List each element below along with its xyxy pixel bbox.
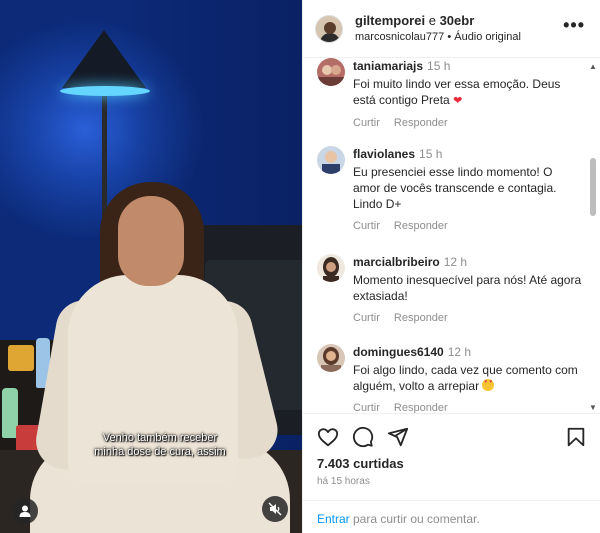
commenter-username[interactable]: domingues6140: [353, 345, 444, 359]
author-username[interactable]: giltemporei: [355, 13, 425, 28]
comment-text: Foi algo lindo, cada vez que comento com…: [353, 363, 578, 393]
scroll-up-arrow-icon[interactable]: ▲: [589, 62, 597, 71]
post-action-bar: [303, 420, 600, 454]
reply-comment-button[interactable]: Responder: [394, 402, 448, 413]
bookmark-icon[interactable]: [565, 426, 587, 448]
reply-comment-button[interactable]: Responder: [394, 220, 448, 232]
tagged-users-button[interactable]: [12, 498, 38, 524]
like-comment-button[interactable]: Curtir: [353, 117, 380, 129]
scrollbar-thumb[interactable]: [590, 158, 596, 216]
commenter-avatar[interactable]: [317, 254, 345, 282]
like-comment-button[interactable]: Curtir: [353, 402, 380, 413]
commenter-username[interactable]: flaviolanes: [353, 147, 415, 161]
comments-list: taniamariajs 15 h Foi muito lindo ver ess…: [303, 58, 600, 414]
like-comment-button[interactable]: Curtir: [353, 312, 380, 324]
login-link[interactable]: Entrar: [317, 512, 350, 526]
video-lamp-shade: [62, 30, 146, 88]
commenter-avatar[interactable]: [317, 58, 345, 86]
comment-icon[interactable]: [352, 426, 374, 448]
post-header: giltemporei e 30ebr marcosnicolau777 • Á…: [303, 0, 600, 58]
likes-count[interactable]: 7.403 curtidas: [317, 456, 404, 471]
comment-time: 12 h: [447, 345, 472, 359]
comment-time: 12 h: [443, 255, 468, 269]
author-avatar[interactable]: [315, 15, 343, 43]
login-prompt: para curtir ou comentar.: [353, 512, 480, 526]
post-timestamp[interactable]: há 15 horas: [317, 476, 370, 487]
commenter-username[interactable]: taniamariajs: [353, 59, 423, 73]
video-caption: Venho também receber minha dose de cura,…: [60, 431, 260, 459]
user-icon: [19, 505, 31, 517]
video-lamp-glow: [60, 86, 150, 96]
authors-joiner: e: [428, 13, 436, 28]
comment-text: Momento inesquecível para nós! Até agora…: [353, 273, 582, 303]
commenter-avatar[interactable]: [317, 344, 345, 372]
comment-time: 15 h: [427, 59, 451, 73]
reply-comment-button[interactable]: Responder: [394, 312, 448, 324]
heart-icon[interactable]: [317, 426, 339, 448]
mute-button[interactable]: [262, 496, 288, 522]
heart-eyes-emoji-icon: [482, 379, 495, 391]
commenter-avatar[interactable]: [317, 146, 345, 174]
comment-text: Eu presenciei esse lindo momento! O amor…: [353, 165, 557, 211]
video-person-face: [118, 196, 184, 286]
scroll-down-arrow-icon[interactable]: ▼: [589, 403, 597, 412]
comments-scrollbar[interactable]: ▲ ▼: [589, 62, 597, 412]
caption-line: minha dose de cura, assim: [94, 446, 226, 458]
video-snack: [8, 345, 34, 371]
commenter-username[interactable]: marcialbribeiro: [353, 255, 440, 269]
audio-source[interactable]: marcosnicolau777 • Áudio original: [355, 31, 521, 43]
more-horizontal-icon: •••: [563, 15, 585, 35]
share-icon[interactable]: [387, 426, 409, 448]
caption-line: Venho também receber: [102, 432, 218, 444]
post-authors: giltemporei e 30ebr: [355, 13, 474, 28]
like-comment-button[interactable]: Curtir: [353, 220, 380, 232]
comment-time: 15 h: [419, 147, 443, 161]
post-panel: giltemporei e 30ebr marcosnicolau777 • Á…: [302, 0, 600, 533]
reply-comment-button[interactable]: Responder: [394, 117, 448, 129]
comment-compose: Entrar para curtir ou comentar.: [303, 500, 600, 533]
red-heart-emoji-icon: ❤: [453, 95, 463, 107]
coauthor-username[interactable]: 30ebr: [440, 13, 475, 28]
video-player[interactable]: Venho também receber minha dose de cura,…: [0, 0, 302, 533]
more-options-button[interactable]: •••: [563, 16, 585, 34]
muted-speaker-icon: [268, 502, 282, 516]
